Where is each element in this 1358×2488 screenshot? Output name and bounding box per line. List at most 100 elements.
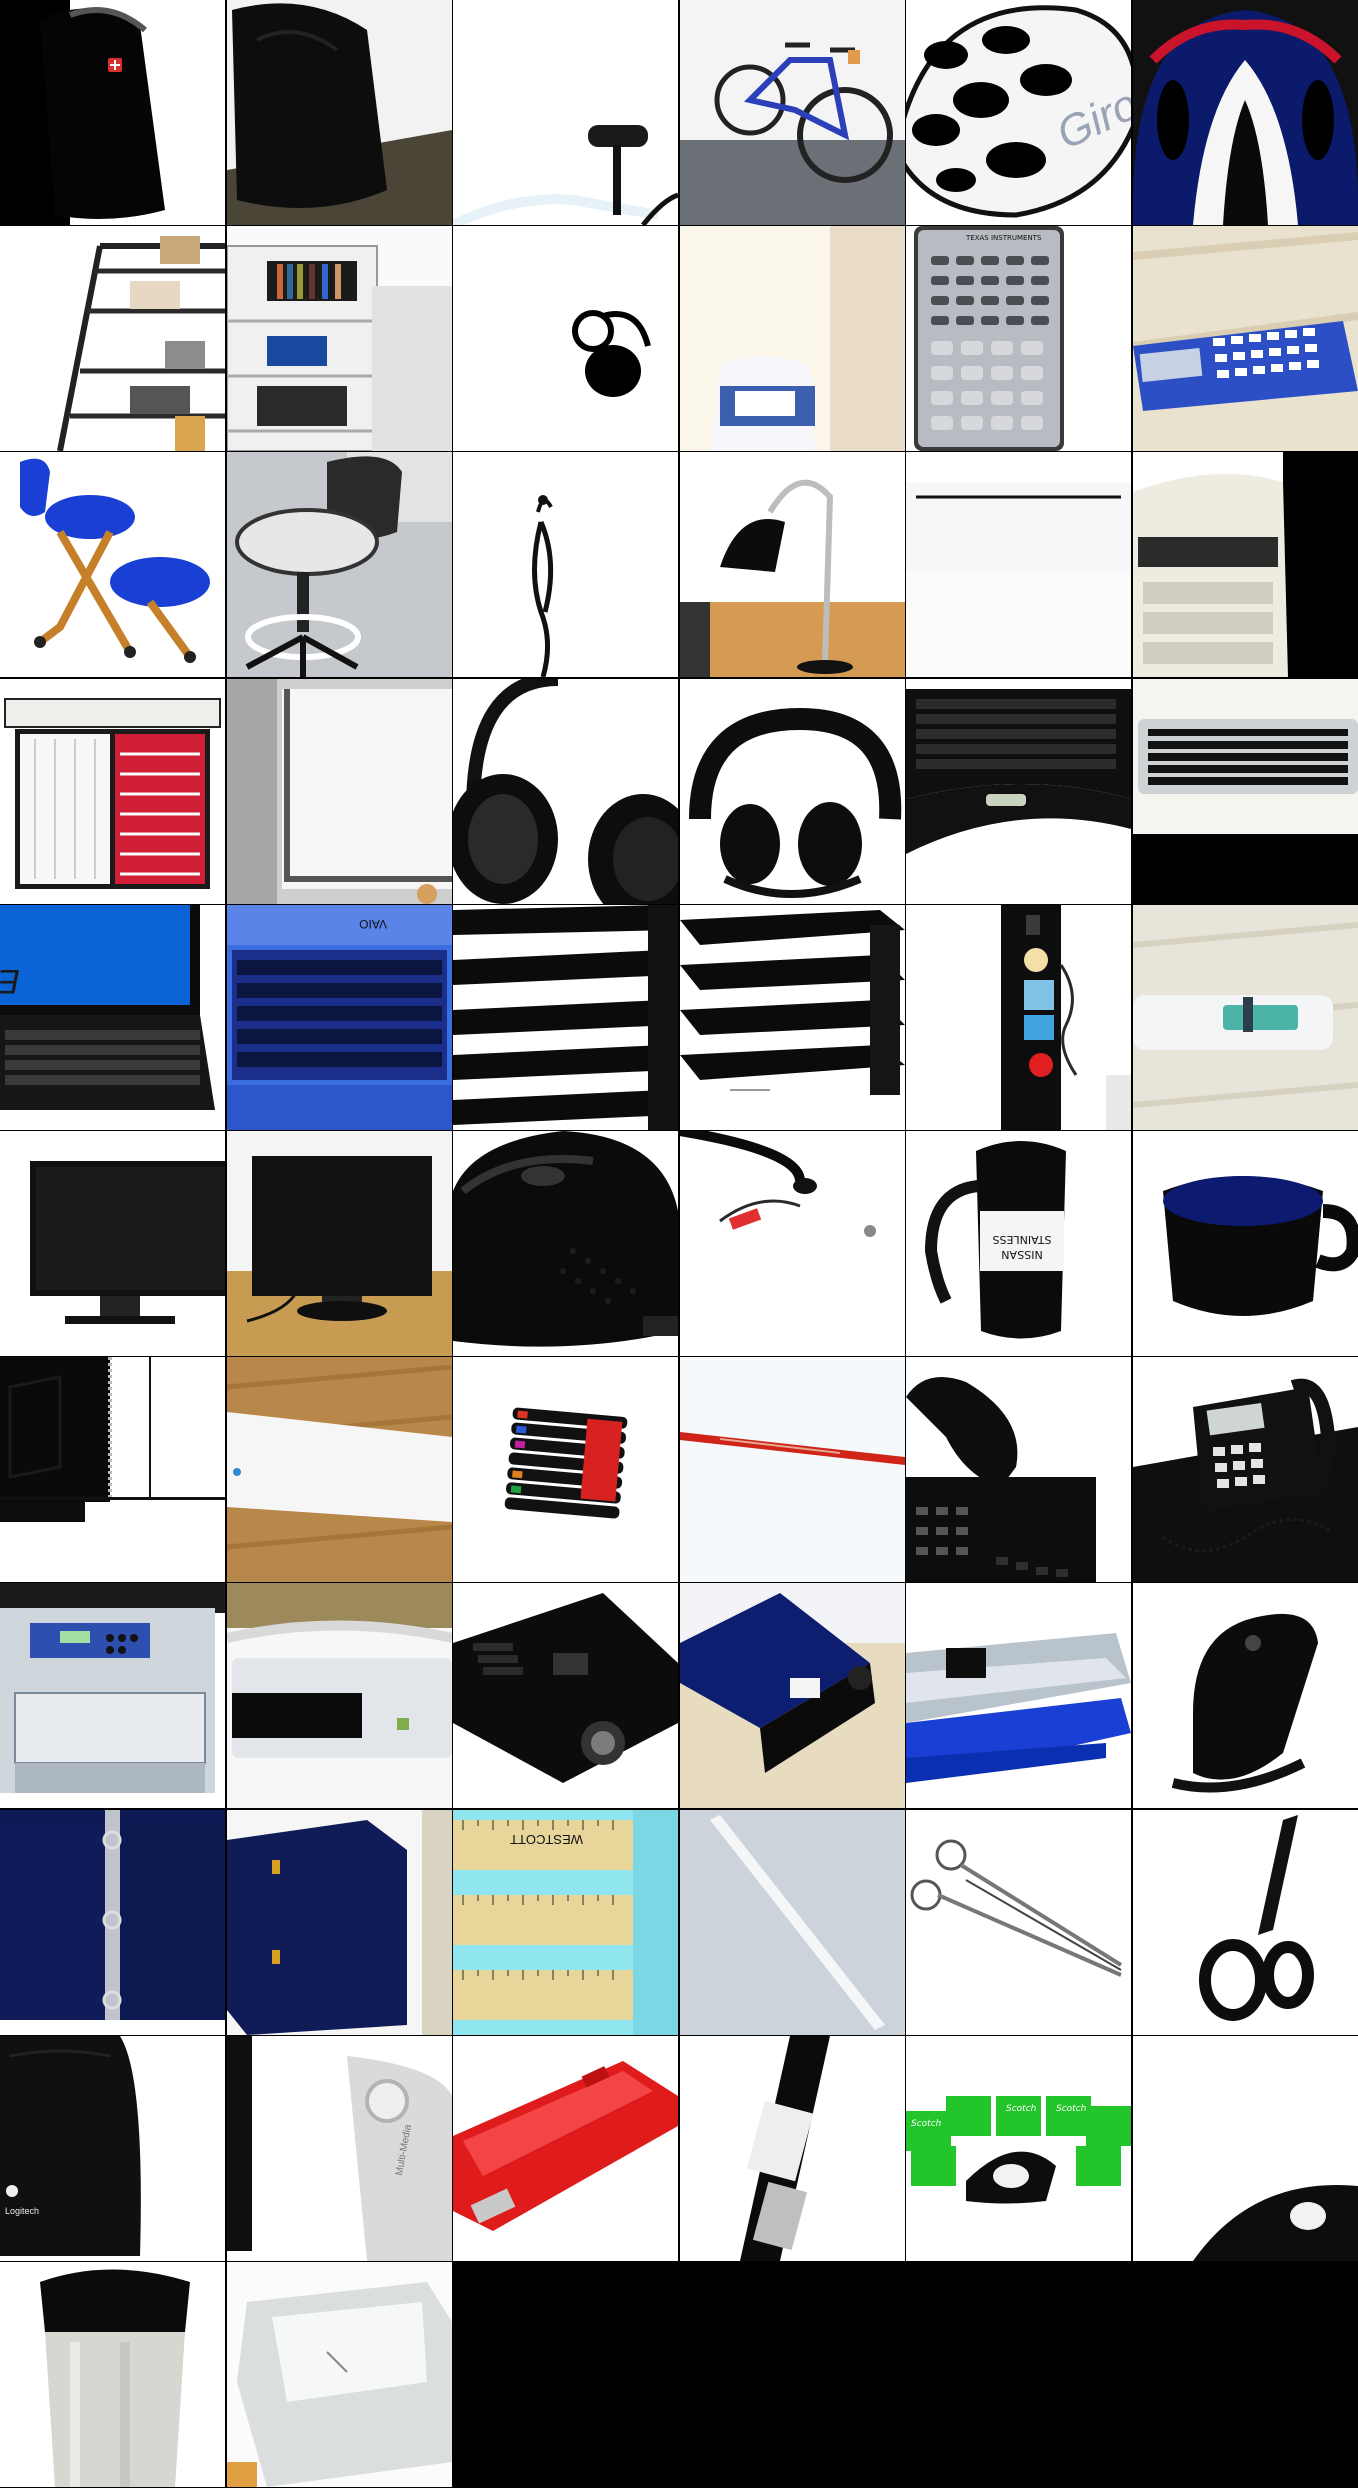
image-grid: Giro TEXAS INSTRUMENTS VAIO Dial NISSAN … xyxy=(0,0,1358,2488)
tile-headphones-2 xyxy=(679,678,905,904)
tile-headphones-1 xyxy=(453,678,679,904)
tile-backpack-1 xyxy=(0,0,225,225)
tile-mobile-phone-2 xyxy=(1132,904,1358,1130)
bookcase-image xyxy=(0,226,225,452)
bike-helmet-image: Giro xyxy=(906,0,1132,225)
tile-ruler-1: WESTCOTT xyxy=(453,1809,679,2035)
tile-file-cabinet-2 xyxy=(226,678,452,904)
bottle-image xyxy=(679,226,905,452)
tile-desk-chair-2 xyxy=(226,452,452,678)
speaker-image: Multi-Media xyxy=(226,2035,452,2261)
printer-image xyxy=(226,1583,452,1809)
tile-bike-2 xyxy=(679,0,905,225)
headphones-image xyxy=(453,678,679,904)
tile-monitor-1 xyxy=(0,1130,225,1356)
punchers-image xyxy=(1132,1583,1358,1809)
paper-notebook-image xyxy=(226,1357,452,1583)
laptop-image: VAIO xyxy=(226,904,452,1130)
desk-lamp-image xyxy=(453,452,679,678)
tile-projector-1 xyxy=(453,1583,679,1809)
tile-monitor-2 xyxy=(226,1130,452,1356)
tile-tape-dispenser-2 xyxy=(1132,2035,1358,2261)
tile-scissors-1 xyxy=(906,1809,1132,2035)
tile-scissors-2 xyxy=(1132,1809,1358,2035)
projector-image xyxy=(679,1583,905,1809)
speaker-brand: Logitech xyxy=(5,2206,39,2216)
tile-trash-can-1 xyxy=(0,2261,225,2487)
tile-bookcase-2 xyxy=(226,226,452,452)
tile-bike-1 xyxy=(453,0,679,225)
tape-brand: Scotch xyxy=(1056,2104,1087,2114)
tile-file-cabinet-1 xyxy=(0,678,225,904)
tile-mug-1: NISSAN STAINLESS xyxy=(906,1130,1132,1356)
calculator-image xyxy=(1132,226,1358,452)
monitor-image xyxy=(0,1130,225,1356)
tile-pen-1 xyxy=(453,1357,679,1583)
tile-desk-lamp-1 xyxy=(453,452,679,678)
tile-desktop-computer-1 xyxy=(906,452,1132,678)
tile-bottle-1 xyxy=(453,226,679,452)
mobile-phone-image xyxy=(1132,904,1358,1130)
phone-key-label: Dial xyxy=(1018,1099,1041,1113)
tile-desk-lamp-2 xyxy=(679,452,905,678)
tile-punchers-2 xyxy=(1132,1583,1358,1809)
desk-chair-image xyxy=(0,452,225,678)
tile-speaker-1: Logitech xyxy=(0,2035,225,2261)
tile-tape-dispenser-1: Scotch Scotch Scotch xyxy=(906,2035,1132,2261)
projector-image xyxy=(453,1583,679,1809)
tile-desk-chair-1 xyxy=(0,452,225,678)
bike-helmet-image xyxy=(1132,0,1358,225)
tile-laptop-1: Eee PC 1000H xyxy=(0,904,225,1130)
letter-tray-image xyxy=(453,904,679,1130)
tile-phone-2 xyxy=(1132,1357,1358,1583)
desktop-computer-image xyxy=(1132,452,1358,678)
tile-calculator-2 xyxy=(1132,226,1358,452)
tile-bike-helmet-2 xyxy=(1132,0,1358,225)
tile-backpack-2 xyxy=(226,0,452,225)
tile-stapler-1 xyxy=(453,2035,679,2261)
tile-laptop-2: VAIO xyxy=(226,904,452,1130)
tile-mobile-phone-1: Dial xyxy=(906,904,1132,1130)
mouse-image xyxy=(453,1130,679,1356)
speaker-image: Logitech xyxy=(0,2035,225,2261)
backpack-image xyxy=(0,0,225,225)
mobile-phone-image: Dial xyxy=(906,904,1132,1130)
tile-ruler-2 xyxy=(679,1809,905,2035)
ruler-image: WESTCOTT xyxy=(453,1809,679,2035)
tile-letter-tray-1 xyxy=(453,904,679,1130)
tile-bookcase-1 xyxy=(0,226,225,452)
calculator-brand: TEXAS INSTRUMENTS xyxy=(965,234,1042,242)
file-cabinet-image xyxy=(226,678,452,904)
pen-image xyxy=(679,1357,905,1583)
tile-keyboard-1 xyxy=(906,678,1132,904)
scissors-image xyxy=(1132,1809,1358,2035)
letter-tray-image xyxy=(679,904,905,1130)
backpack-image xyxy=(226,0,452,225)
ring-binder-image xyxy=(226,1809,452,2035)
desktop-computer-image xyxy=(906,452,1132,678)
punchers-image xyxy=(906,1583,1132,1809)
desk-lamp-image xyxy=(679,452,905,678)
trash-can-image xyxy=(226,2261,452,2487)
printer-image xyxy=(0,1583,225,1809)
trash-can-image xyxy=(0,2261,225,2487)
tile-letter-tray-2 xyxy=(679,904,905,1130)
tile-mouse-2 xyxy=(679,1130,905,1356)
tile-bottle-2 xyxy=(679,226,905,452)
tile-punchers-1 xyxy=(906,1583,1132,1809)
desk-chair-image xyxy=(226,452,452,678)
ruler-brand: WESTCOTT xyxy=(510,1832,583,1847)
tile-stapler-2 xyxy=(679,2035,905,2261)
ring-binder-image xyxy=(0,1809,225,2035)
tile-ring-binder-1 xyxy=(0,1809,225,2035)
mug-image: NISSAN STAINLESS xyxy=(906,1130,1132,1356)
tile-paper-notebook-2 xyxy=(226,1357,452,1583)
bottle-image xyxy=(453,226,679,452)
tile-mug-2 xyxy=(1132,1130,1358,1356)
tile-calculator-1: TEXAS INSTRUMENTS xyxy=(906,226,1132,452)
monitor-image xyxy=(226,1130,452,1356)
mug-label-line1: NISSAN xyxy=(1002,1248,1043,1261)
tile-printer-1 xyxy=(0,1583,225,1809)
tile-keyboard-2 xyxy=(1132,678,1358,904)
mouse-image xyxy=(679,1130,905,1356)
